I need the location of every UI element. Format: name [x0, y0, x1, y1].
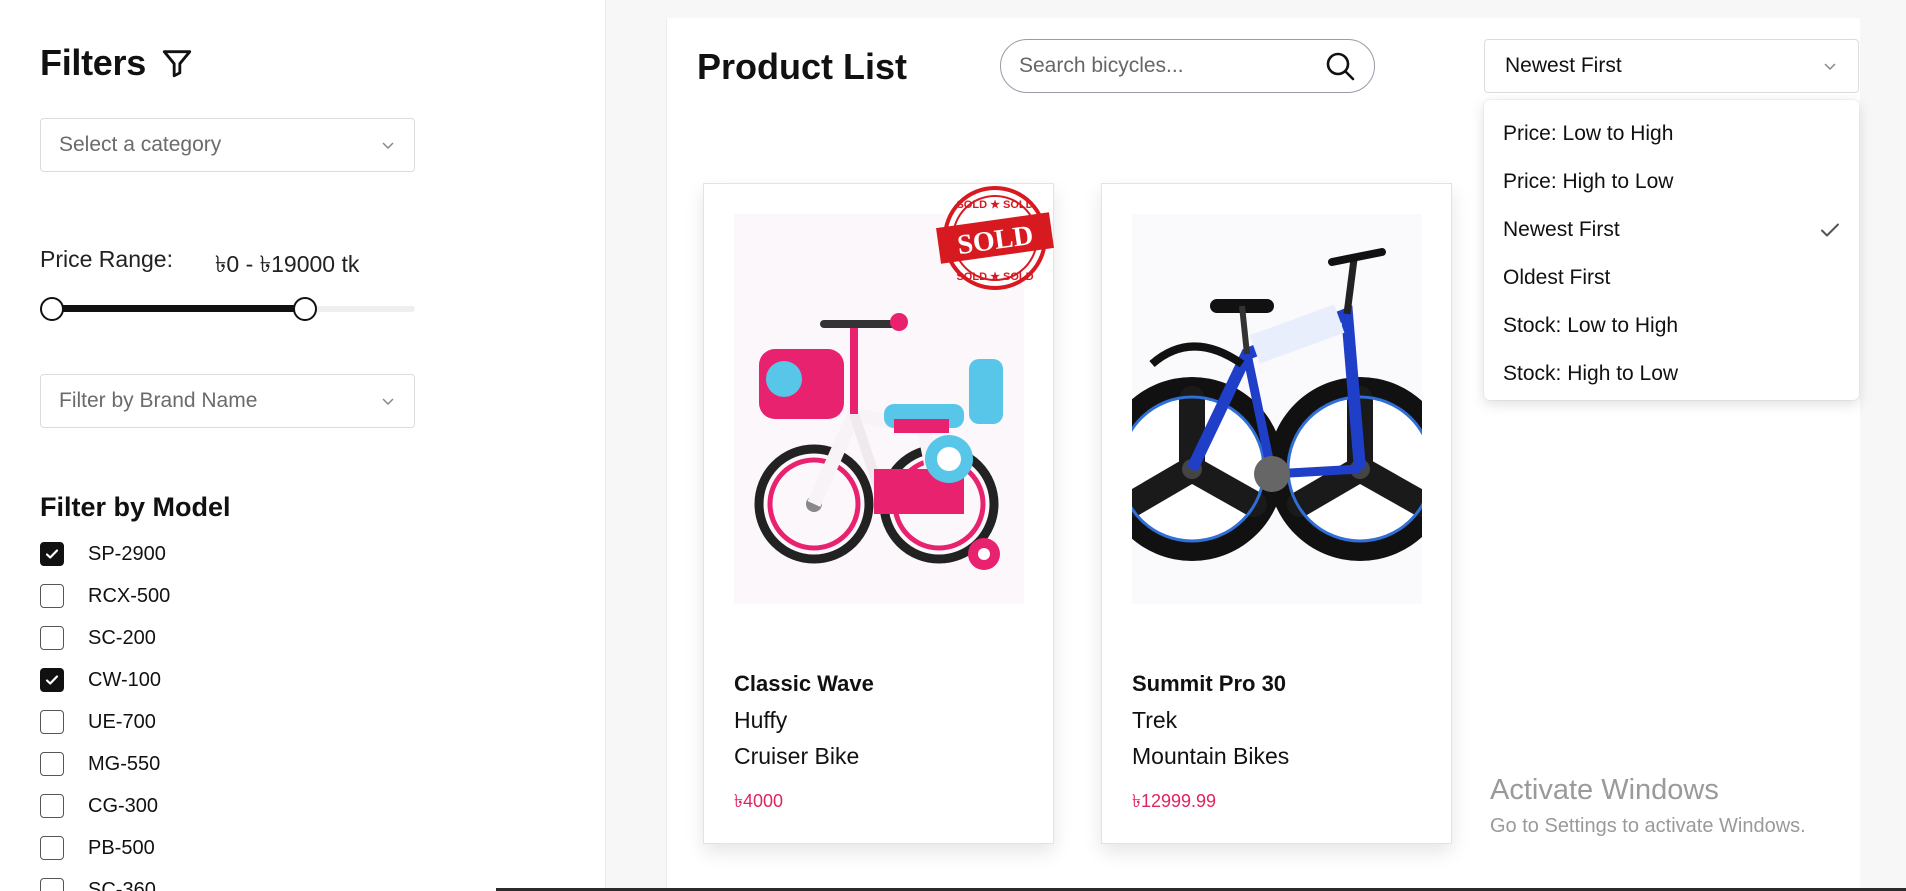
- product-image: [1100, 214, 1452, 604]
- price-range-label: Price Range:: [40, 246, 173, 272]
- sort-option[interactable]: Stock: Low to High: [1484, 302, 1859, 350]
- watermark-line-2: Go to Settings to activate Windows.: [1490, 815, 1806, 837]
- model-filter-item[interactable]: CG-300: [40, 792, 340, 820]
- model-filter-item[interactable]: SP-2900: [40, 540, 340, 568]
- svg-text:SOLD ★ SOLD: SOLD ★ SOLD: [956, 199, 1033, 211]
- mountain-bike-illustration: [1100, 214, 1452, 604]
- model-filter-heading: Filter by Model: [40, 492, 231, 522]
- category-select-placeholder: Select a category: [59, 133, 222, 156]
- sort-option[interactable]: Oldest First: [1484, 254, 1859, 302]
- model-filter-item[interactable]: SC-360: [40, 876, 340, 891]
- model-checkbox[interactable]: [40, 584, 64, 608]
- product-brand: Huffy: [734, 707, 788, 733]
- filters-title: Filters: [40, 42, 146, 83]
- search-input[interactable]: [1019, 54, 1299, 78]
- model-label: SP-2900: [88, 542, 166, 565]
- filter-funnel-icon: [162, 50, 192, 78]
- checkmark-icon: [1821, 223, 1839, 237]
- sort-option-label: Newest First: [1503, 218, 1620, 241]
- model-checkbox[interactable]: [40, 668, 64, 692]
- model-label: CG-300: [88, 794, 159, 817]
- chevron-down-icon: [382, 398, 394, 406]
- filters-sidebar: Filters Select a category Price Range: ৳…: [0, 0, 606, 891]
- watermark-line-1: Activate Windows: [1490, 774, 1719, 806]
- brand-select-placeholder: Filter by Brand Name: [59, 389, 258, 412]
- model-checkbox[interactable]: [40, 626, 64, 650]
- brand-select[interactable]: Filter by Brand Name: [40, 374, 415, 428]
- price-range-row: Price Range: ৳0 - ৳19000 tk: [40, 246, 359, 285]
- model-label: RCX-500: [88, 584, 171, 607]
- price-range-value: ৳0 - ৳19000 tk: [214, 251, 360, 277]
- search-icon[interactable]: [1324, 50, 1356, 82]
- product-name[interactable]: Classic Wave: [734, 671, 874, 697]
- product-category: Mountain Bikes: [1132, 743, 1290, 769]
- sort-option[interactable]: Newest First: [1484, 206, 1859, 254]
- checkmark-icon: [45, 675, 59, 685]
- model-filter-item[interactable]: RCX-500: [40, 582, 340, 610]
- model-checkbox[interactable]: [40, 752, 64, 776]
- model-label: SC-360: [88, 878, 156, 891]
- product-card[interactable]: Summit Pro 30 Trek Mountain Bikes ৳12999…: [1100, 183, 1452, 844]
- page-title: Product List: [697, 46, 908, 87]
- sort-option-label: Oldest First: [1503, 266, 1611, 289]
- model-label: UE-700: [88, 710, 156, 733]
- product-brand: Trek: [1132, 707, 1178, 733]
- checkmark-icon: [45, 549, 59, 559]
- sort-option-label: Price: Low to High: [1503, 122, 1674, 145]
- svg-text:SOLD ★ SOLD: SOLD ★ SOLD: [956, 271, 1033, 283]
- sort-dropdown-menu: Price: Low to High Price: High to Low Newe…: [1484, 100, 1859, 400]
- model-checkbox[interactable]: [40, 836, 64, 860]
- sort-select[interactable]: Newest First: [1484, 39, 1859, 93]
- product-card[interactable]: SOLD SOLD ★ SOLD SOLD ★ SOLD Classic Wav…: [703, 183, 1054, 844]
- slider-track: [52, 305, 305, 312]
- sort-option[interactable]: Stock: High to Low: [1484, 350, 1859, 398]
- search-box[interactable]: [1000, 39, 1375, 93]
- filters-heading: Filters: [40, 42, 194, 84]
- slider-handle-min[interactable]: [40, 297, 64, 321]
- sort-option[interactable]: Price: Low to High: [1484, 110, 1859, 158]
- model-label: CW-100: [88, 668, 161, 691]
- windows-activation-watermark: Activate Windows Go to Settings to activ…: [1490, 774, 1806, 838]
- chevron-down-icon: [1824, 63, 1836, 71]
- model-filter-item[interactable]: CW-100: [40, 666, 340, 694]
- model-filter-item[interactable]: PB-500: [40, 834, 340, 862]
- sold-stamp-icon: SOLD SOLD ★ SOLD SOLD ★ SOLD: [936, 186, 1054, 290]
- sort-option-label: Stock: High to Low: [1503, 362, 1679, 385]
- sort-option-label: Stock: Low to High: [1503, 314, 1679, 337]
- product-price: ৳4000: [734, 791, 784, 811]
- product-category: Cruiser Bike: [734, 743, 860, 769]
- price-range-slider[interactable]: [40, 296, 415, 321]
- model-filter-item[interactable]: UE-700: [40, 708, 340, 736]
- model-checkbox[interactable]: [40, 710, 64, 734]
- sort-selected-value: Newest First: [1505, 54, 1622, 77]
- product-name[interactable]: Summit Pro 30: [1132, 671, 1286, 697]
- category-select[interactable]: Select a category: [40, 118, 415, 172]
- model-checkbox[interactable]: [40, 794, 64, 818]
- sort-option[interactable]: Price: High to Low: [1484, 158, 1859, 206]
- product-price: ৳12999.99: [1132, 791, 1217, 811]
- model-label: PB-500: [88, 836, 155, 859]
- model-checkbox[interactable]: [40, 878, 64, 891]
- app-root: Filters Select a category Price Range: ৳…: [0, 0, 1906, 891]
- sort-option-label: Price: High to Low: [1503, 170, 1674, 193]
- model-filter-item[interactable]: MG-550: [40, 750, 340, 778]
- model-filter-item[interactable]: SC-200: [40, 624, 340, 652]
- chevron-down-icon: [382, 142, 394, 150]
- slider-handle-max[interactable]: [292, 297, 317, 321]
- model-checkbox[interactable]: [40, 542, 64, 566]
- model-label: MG-550: [88, 752, 161, 775]
- model-label: SC-200: [88, 626, 156, 649]
